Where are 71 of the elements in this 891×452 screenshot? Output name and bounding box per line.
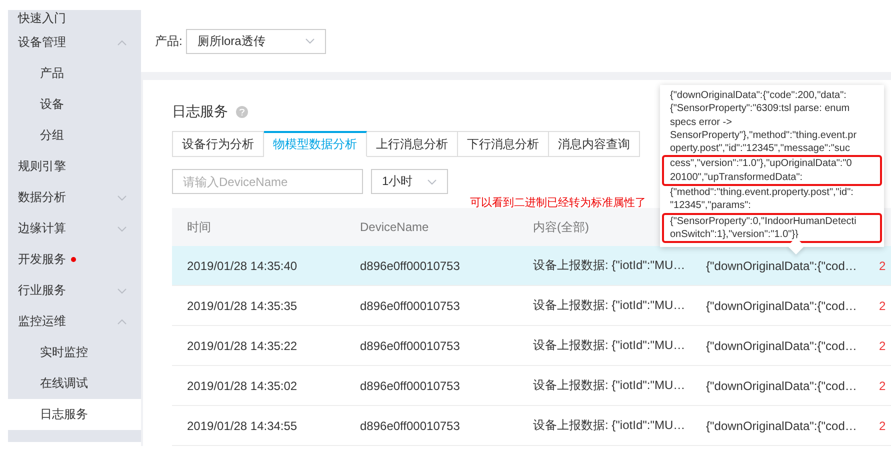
tooltip-line: "12345","params":: [670, 199, 752, 213]
sidebar-item[interactable]: 产品: [8, 58, 141, 89]
column-header: DeviceName: [360, 220, 430, 234]
product-label: 产品:: [155, 32, 182, 50]
table-cell-text: 设备上报数据: {"iotId":"MU…: [533, 377, 686, 394]
tab[interactable]: 消息内容查询: [549, 131, 640, 157]
table-cell-text: d896e0ff00010753: [360, 338, 461, 352]
time-range-select[interactable]: 1小时: [371, 169, 448, 194]
chevron-icon: [117, 318, 127, 324]
table-cell-text: d896e0ff00010753: [360, 258, 461, 272]
sidebar-item[interactable]: 监控运维: [8, 306, 141, 337]
table-cell-text: 2: [879, 258, 887, 272]
tooltip-line: cess","version":"1.0"},"upOriginalData":"0: [670, 157, 853, 171]
tooltip-line: SensorProperty"},"method":"thing.event.pr: [670, 128, 858, 142]
table-cell-text: 2019/01/28 14:35:35: [187, 298, 298, 312]
chevron-icon: [117, 288, 127, 294]
sidebar-item[interactable]: 边缘计算: [8, 213, 141, 244]
table-cell-text: 设备上报数据: {"iotId":"MU…: [533, 337, 686, 354]
sidebar-item[interactable]: 数据分析: [8, 182, 141, 213]
sidebar-item[interactable]: 设备管理: [8, 27, 141, 58]
sidebar-item[interactable]: 实时监控: [8, 337, 141, 368]
table-cell-text: d896e0ff00010753: [360, 298, 461, 312]
annotation-note: 可以看到二进制已经转为标准属性了: [470, 196, 646, 208]
table-cell-text: 2019/01/28 14:35:22: [187, 338, 298, 352]
panel-title: 日志服务: [172, 103, 228, 121]
column-header: 时间: [187, 218, 212, 236]
tooltip-line: onSwitch":1},"version":"1.0"}}: [670, 228, 800, 242]
sidebar-item[interactable]: 行业服务: [8, 275, 141, 306]
sidebar-item[interactable]: 分组: [8, 120, 141, 151]
table-cell-text: 设备上报数据: {"iotId":"MU…: [533, 417, 686, 434]
table-cell-text: 2: [879, 418, 887, 432]
table-cell-text: {"downOriginalData":{"cod…: [706, 298, 858, 312]
table-cell-text: 设备上报数据: {"iotId":"MU…: [533, 297, 686, 314]
table-cell-text: 2019/01/28 14:35:02: [187, 378, 298, 392]
table-cell-text: 2: [879, 378, 887, 392]
table-cell-text: 设备上报数据: {"iotId":"MU…: [533, 257, 686, 274]
tooltip-line: {"SensorProperty":0,"IndoorHumanDetecti: [670, 214, 858, 228]
device-name-field[interactable]: 请输入DeviceName: [172, 169, 363, 194]
tab[interactable]: 设备行为分析: [172, 131, 264, 157]
tooltip-line: 20100","upTransformedData":: [670, 170, 804, 184]
table-row[interactable]: 2019/01/28 14:35:40 d896e0ff00010753 设备上报数据: {"iotId":"MU… {"downOriginalData":{"cod… 2: [172, 246, 891, 286]
tooltip-line: specs error ->: [670, 116, 733, 129]
chevron-icon: [427, 178, 437, 184]
chevron-icon: [117, 40, 127, 46]
chevron-icon: [305, 38, 316, 44]
sidebar-item[interactable]: 开发服务: [8, 244, 141, 275]
table-cell-text: d896e0ff00010753: [360, 418, 461, 432]
table-cell-text: 2: [879, 338, 887, 352]
table-cell-text: d896e0ff00010753: [360, 378, 461, 392]
sidebar-item[interactable]: 在线调试: [8, 368, 141, 399]
chevron-icon: [117, 194, 127, 200]
table-cell-text: 2019/01/28 14:34:55: [187, 418, 298, 432]
table-cell-text: {"downOriginalData":{"cod…: [706, 378, 858, 392]
tooltip-line: {"SensorProperty":"6309:tsl parse: enum: [670, 102, 851, 116]
sidebar-item[interactable]: 日志服务: [8, 399, 141, 430]
product-select[interactable]: 厕所lora透传: [186, 28, 326, 54]
tab[interactable]: 下行消息分析: [458, 131, 549, 157]
tooltip-line: {"method":"thing.event.property.post","id":: [670, 186, 854, 200]
tooltip-line: {"downOriginalData":{"code":200,"data":: [670, 89, 848, 102]
table-cell-text: 2019/01/28 14:35:40: [187, 258, 298, 272]
table-cell-text: {"downOriginalData":{"cod…: [706, 338, 858, 352]
tooltip-line: operty.post","id":"12345","message":"suc: [670, 142, 851, 156]
help-icon[interactable]: [236, 106, 248, 118]
sidebar-item[interactable]: 快速入门: [8, 10, 141, 27]
table-cell-text: 2: [879, 298, 887, 312]
tab[interactable]: 上行消息分析: [367, 131, 458, 157]
chevron-icon: [117, 226, 127, 232]
table-cell-text: {"downOriginalData":{"cod…: [706, 258, 858, 272]
sidebar-item[interactable]: 设备: [8, 89, 141, 120]
table-cell-text: {"downOriginalData":{"cod…: [706, 418, 858, 432]
sidebar-item[interactable]: 规则引擎: [8, 151, 141, 182]
